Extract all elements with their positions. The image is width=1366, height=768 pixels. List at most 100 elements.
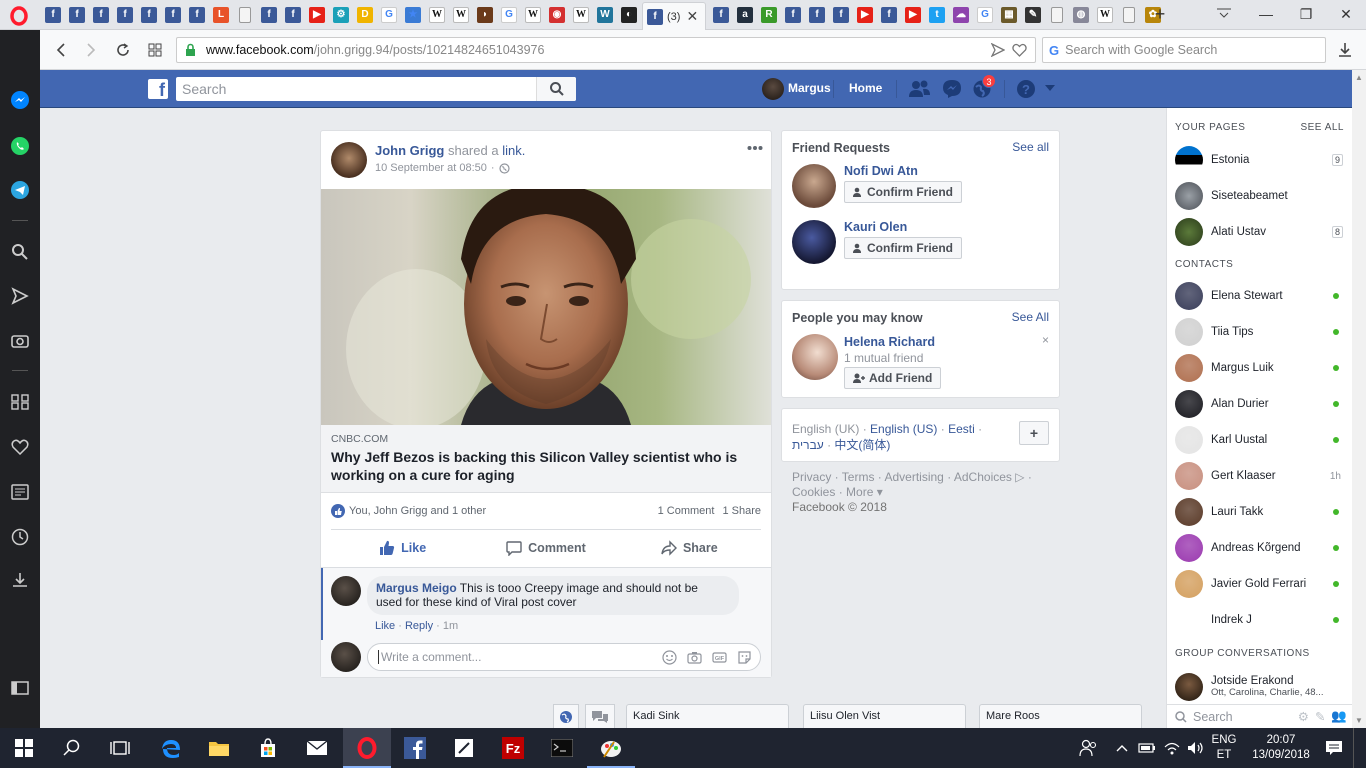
back-icon[interactable] — [50, 39, 72, 61]
footer-privacy[interactable]: Privacy — [792, 470, 831, 484]
footer-cookies[interactable]: Cookies — [792, 485, 835, 499]
browser-tab[interactable]: G — [498, 5, 520, 25]
browser-tab[interactable]: ▶ — [306, 5, 328, 25]
page-item[interactable]: Siseteabeamet — [1167, 178, 1353, 214]
footer-more[interactable]: More — [846, 485, 873, 499]
people-icon[interactable] — [1076, 736, 1100, 760]
friend-request-avatar[interactable] — [792, 220, 836, 264]
browser-tab[interactable]: W — [450, 5, 472, 25]
new-tab-icon[interactable]: + — [1150, 4, 1170, 25]
dismiss-icon[interactable]: × — [1042, 333, 1049, 347]
browser-tab[interactable]: f — [710, 5, 732, 25]
browser-tab[interactable]: ★ — [402, 5, 424, 25]
edge-browser-icon[interactable] — [159, 736, 183, 760]
history-icon[interactable] — [8, 525, 32, 549]
browser-tab[interactable]: f — [114, 5, 136, 25]
sticker-icon[interactable] — [737, 650, 752, 665]
close-tab-icon[interactable]: ✕ — [686, 8, 698, 25]
link-preview-caption[interactable]: CNBC.COM Why Jeff Bezos is backing this … — [321, 425, 771, 493]
opera-menu-icon[interactable] — [4, 4, 34, 28]
shares-count[interactable]: 1 Share — [722, 505, 761, 517]
search-icon[interactable] — [8, 240, 32, 264]
chat-tab[interactable]: Kadi Sink — [626, 704, 789, 728]
language-link-en-us[interactable]: English (US) — [870, 422, 937, 436]
browser-tab[interactable]: f — [806, 5, 828, 25]
search-icon[interactable] — [60, 736, 84, 760]
browser-tab[interactable]: t — [926, 5, 948, 25]
browser-tab[interactable]: ✎ — [1022, 5, 1044, 25]
browser-tab[interactable]: ◐ — [618, 5, 640, 25]
browser-tab[interactable]: f — [258, 5, 280, 25]
gif-icon[interactable]: GIF — [712, 650, 727, 665]
language-link-he[interactable]: עברית — [792, 438, 824, 452]
browser-tab[interactable] — [1118, 5, 1140, 25]
task-view-icon[interactable] — [108, 736, 132, 760]
friend-requests-icon[interactable] — [908, 79, 932, 99]
add-friend-button[interactable]: Add Friend — [844, 367, 942, 389]
browser-tab[interactable]: G — [378, 5, 400, 25]
notes-icon[interactable] — [452, 736, 476, 760]
whatsapp-icon[interactable] — [8, 134, 32, 158]
show-hidden-icons-icon[interactable] — [1110, 736, 1134, 760]
reload-icon[interactable] — [112, 39, 134, 61]
store-icon[interactable] — [256, 736, 280, 760]
browser-tab[interactable]: ◗ — [474, 5, 496, 25]
fb-search-input[interactable]: Search — [176, 77, 576, 101]
telegram-icon[interactable] — [8, 178, 32, 202]
comment-author-link[interactable]: Margus Meigo — [376, 581, 457, 595]
footer-adchoices[interactable]: AdChoices — [954, 470, 1012, 484]
page-scrollbar[interactable]: ▲ ▼ — [1352, 70, 1366, 728]
browser-tab[interactable]: a — [734, 5, 756, 25]
share-button[interactable]: Share — [618, 531, 761, 565]
comment-like-link[interactable]: Like — [375, 620, 395, 632]
language-link-et[interactable]: Eesti — [948, 422, 975, 436]
browser-tab[interactable]: f — [830, 5, 852, 25]
facebook-logo-icon[interactable]: f — [148, 79, 168, 99]
page-item[interactable]: Estonia 9 — [1167, 142, 1353, 178]
pymk-avatar[interactable] — [792, 334, 838, 380]
mail-icon[interactable] — [305, 736, 329, 760]
windows-start-icon[interactable] — [12, 736, 36, 760]
download-icon[interactable] — [1334, 39, 1356, 61]
post-author-avatar[interactable] — [331, 142, 367, 178]
footer-advertising[interactable]: Advertising — [884, 470, 943, 484]
browser-tab[interactable]: ▶ — [854, 5, 876, 25]
url-field[interactable]: www.facebook.com/john.grigg.94/posts/102… — [176, 37, 1036, 63]
see-all-pages-link[interactable]: SEE ALL — [1300, 122, 1344, 133]
chat-globe-tab[interactable] — [553, 704, 579, 728]
filezilla-icon[interactable]: Fz — [501, 736, 525, 760]
contact-item[interactable]: Indrek J — [1167, 602, 1353, 638]
comment-input[interactable]: Write a comment... GIF — [367, 643, 761, 671]
battery-icon[interactable] — [1135, 736, 1159, 760]
page-item[interactable]: Alati Ustav 8 — [1167, 214, 1353, 250]
user-avatar[interactable] — [762, 78, 784, 100]
browser-tab[interactable]: f — [66, 5, 88, 25]
post-author-link[interactable]: John Grigg — [375, 143, 444, 158]
see-all-pymk-link[interactable]: See All — [1012, 310, 1049, 324]
post-options-icon[interactable] — [747, 145, 763, 151]
chat-tab[interactable]: Mare Roos — [979, 704, 1142, 728]
browser-tab[interactable] — [234, 5, 256, 25]
link-preview-image[interactable] — [321, 189, 771, 425]
contact-item[interactable]: Tiia Tips — [1167, 314, 1353, 350]
create-group-icon[interactable]: 👥 — [1331, 709, 1347, 724]
browser-tab[interactable]: G — [974, 5, 996, 25]
browser-tab[interactable]: f — [42, 5, 64, 25]
help-icon[interactable]: ? — [1016, 79, 1036, 99]
browser-tab[interactable]: f — [282, 5, 304, 25]
browser-tab[interactable]: W — [594, 5, 616, 25]
contact-item[interactable]: Karl Uustal — [1167, 422, 1353, 458]
contact-item[interactable]: Margus Luik — [1167, 350, 1353, 386]
input-language[interactable]: ENG ET — [1208, 733, 1240, 763]
browser-tab[interactable]: ⚙ — [330, 5, 352, 25]
friend-request-avatar[interactable] — [792, 164, 836, 208]
browser-tab[interactable]: W — [426, 5, 448, 25]
camera-icon[interactable] — [8, 328, 32, 352]
browser-tab[interactable]: f — [186, 5, 208, 25]
settings-gear-icon[interactable]: ⚙ — [1298, 709, 1309, 724]
account-menu-icon[interactable] — [1045, 85, 1055, 92]
browser-tab[interactable]: ☁ — [950, 5, 972, 25]
confirm-friend-button[interactable]: Confirm Friend — [844, 237, 962, 259]
browser-tab[interactable]: f — [138, 5, 160, 25]
browser-tab[interactable]: ▦ — [998, 5, 1020, 25]
